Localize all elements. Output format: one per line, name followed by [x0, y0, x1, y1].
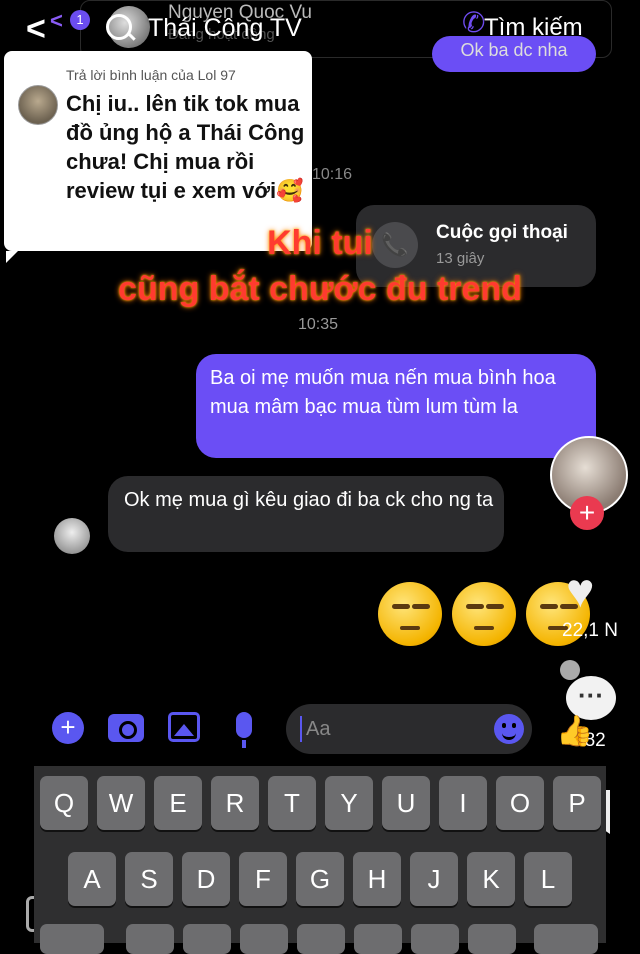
- overlay-caption-line-1: Khi tui: [267, 224, 373, 262]
- key-c[interactable]: [240, 924, 288, 954]
- mini-avatar: [560, 660, 580, 680]
- key-z[interactable]: [126, 924, 174, 954]
- message-placeholder: Aa: [306, 718, 331, 740]
- messenger-back-icon[interactable]: <: [50, 8, 63, 34]
- reply-comment-text: Chị iu.. lên tik tok mua đồ ủng hộ a Thá…: [66, 91, 305, 203]
- key-j[interactable]: J: [410, 852, 458, 906]
- shift-key[interactable]: [40, 924, 104, 954]
- commenter-avatar: [18, 85, 58, 125]
- overlay-caption-line-2: cũng bắt chước đu trend: [118, 270, 522, 308]
- previous-message-bubble: Ok ba dc nha: [432, 36, 596, 72]
- key-w[interactable]: W: [97, 776, 145, 830]
- add-icon[interactable]: +: [52, 712, 84, 744]
- key-k[interactable]: K: [467, 852, 515, 906]
- key-s[interactable]: S: [125, 852, 173, 906]
- key-d[interactable]: D: [182, 852, 230, 906]
- key-i[interactable]: I: [439, 776, 487, 830]
- key-h[interactable]: H: [353, 852, 401, 906]
- thumbs-up-icon[interactable]: 👍: [556, 714, 593, 749]
- key-f[interactable]: F: [239, 852, 287, 906]
- timestamp: 10:35: [298, 316, 339, 333]
- sender-avatar: [54, 518, 90, 554]
- keyboard: Q W E R T Y U I O P A S D F G H J K L: [34, 766, 606, 954]
- key-r[interactable]: R: [211, 776, 259, 830]
- microphone-icon[interactable]: [236, 712, 252, 748]
- key-a[interactable]: A: [68, 852, 116, 906]
- sent-message-text: Ba oi mẹ muốn mua nến mua bình hoa mua m…: [210, 367, 556, 418]
- phone-icon[interactable]: ✆: [462, 6, 485, 39]
- unread-badge: 1: [70, 10, 90, 30]
- key-x[interactable]: [183, 924, 231, 954]
- key-g[interactable]: G: [296, 852, 344, 906]
- camera-icon[interactable]: [108, 714, 144, 742]
- follow-button[interactable]: +: [570, 496, 604, 530]
- key-u[interactable]: U: [382, 776, 430, 830]
- key-q[interactable]: Q: [40, 776, 88, 830]
- key-m[interactable]: [468, 924, 516, 954]
- unamused-emoji: [378, 582, 442, 646]
- image-icon[interactable]: [168, 712, 200, 742]
- key-o[interactable]: O: [496, 776, 544, 830]
- backspace-key[interactable]: [534, 924, 598, 954]
- key-b[interactable]: [354, 924, 402, 954]
- unamused-emoji: [452, 582, 516, 646]
- key-t[interactable]: T: [268, 776, 316, 830]
- key-l[interactable]: L: [524, 852, 572, 906]
- received-message-text: Ok mẹ mua gì kêu giao đi ba ck cho ng ta: [124, 489, 494, 511]
- like-count: 22,1 N: [562, 620, 618, 641]
- heart-icon[interactable]: ♥: [566, 564, 595, 619]
- emoji-icon[interactable]: [494, 714, 524, 744]
- key-y[interactable]: Y: [325, 776, 373, 830]
- channel-title: Thái Công TV: [148, 14, 302, 42]
- reply-header: Trả lời bình luận của Lol 97: [66, 67, 236, 83]
- key-n[interactable]: [411, 924, 459, 954]
- timestamp: 10:16: [312, 166, 353, 183]
- key-e[interactable]: E: [154, 776, 202, 830]
- key-p[interactable]: P: [553, 776, 601, 830]
- comment-reply-card: Trả lời bình luận của Lol 97 Chị iu.. lê…: [4, 51, 312, 263]
- search-icon[interactable]: [106, 14, 132, 40]
- back-chevron-icon[interactable]: <: [26, 10, 46, 49]
- text-cursor: [300, 716, 302, 742]
- key-v[interactable]: [297, 924, 345, 954]
